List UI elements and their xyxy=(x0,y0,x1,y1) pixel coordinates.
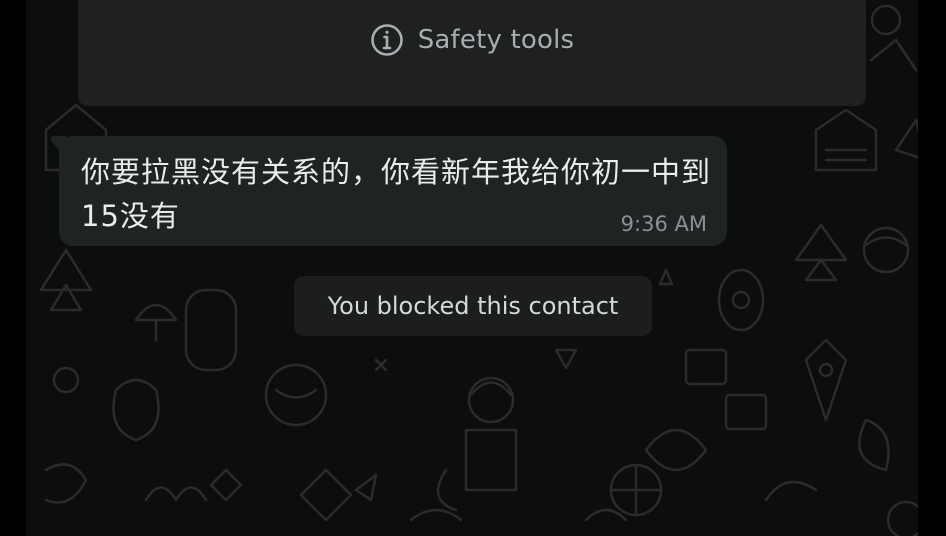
chat-background: Safety tools 你要拉黑没有关系的，你看新年我给你初一中到15没有 9… xyxy=(26,0,918,536)
message-timestamp: 9:36 AM xyxy=(620,212,707,236)
safety-tools-label: Safety tools xyxy=(417,25,575,55)
screen-frame: Safety tools 你要拉黑没有关系的，你看新年我给你初一中到15没有 9… xyxy=(0,0,946,536)
safety-tools-card: Safety tools xyxy=(78,0,866,106)
safety-tools-button[interactable]: Safety tools xyxy=(370,23,575,57)
blocked-contact-notice: You blocked this contact xyxy=(294,276,652,336)
info-icon xyxy=(370,24,403,56)
blocked-contact-text: You blocked this contact xyxy=(327,292,619,320)
incoming-message-bubble[interactable]: 你要拉黑没有关系的，你看新年我给你初一中到15没有 9:36 AM xyxy=(59,136,727,246)
